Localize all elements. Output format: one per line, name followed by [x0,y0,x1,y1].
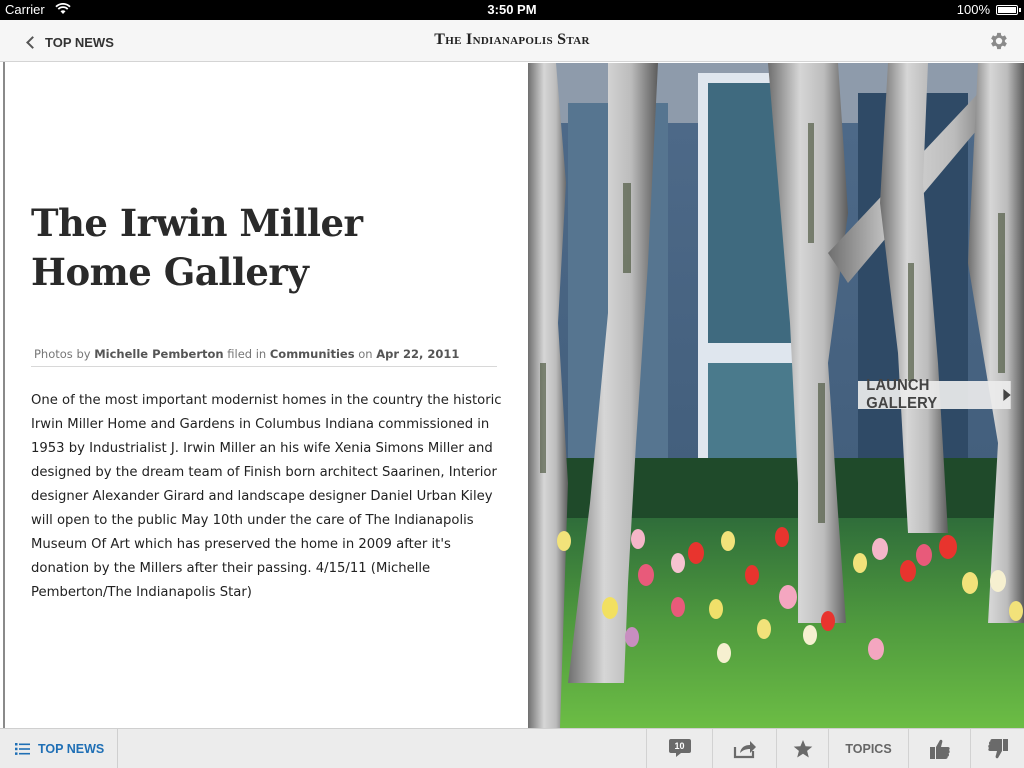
article-byline: Photos by Michelle Pemberton filed in Co… [31,347,497,367]
dislike-button[interactable] [970,729,1024,768]
play-triangle-icon [1003,389,1011,401]
battery-percent: 100% [956,2,990,17]
like-button[interactable] [908,729,970,768]
launch-gallery-button[interactable]: LAUNCH GALLERY [858,377,1011,412]
favorite-button[interactable] [776,729,828,768]
clock-time: 3:50 PM [487,2,537,17]
bottom-toolbar: TOP NEWS 10 TOPICS [0,728,1024,768]
author-link[interactable]: Michelle Pemberton [94,347,223,361]
comment-bubble-icon: 10 [668,737,692,761]
publish-date: Apr 22, 2011 [376,347,460,361]
toolbar-top-news-label: TOP NEWS [38,741,105,756]
masthead-logo: The Indianapolis Star [434,31,590,48]
list-icon [15,742,30,755]
battery-icon [996,5,1021,15]
thumbs-down-icon [987,738,1008,758]
on-label: on [358,347,373,361]
topics-label: TOPICS [845,741,892,756]
topics-button[interactable]: TOPICS [828,729,908,768]
toolbar-top-news-button[interactable]: TOP NEWS [0,729,118,768]
star-icon [793,739,812,757]
navigation-bar: TOP NEWS The Indianapolis Star [0,20,1024,62]
category-link[interactable]: Communities [270,347,355,361]
gear-icon[interactable] [988,30,1010,52]
share-button[interactable] [712,729,776,768]
comments-button[interactable]: 10 [646,729,712,768]
article-panel: The Irwin Miller Home Gallery Photos by … [5,63,528,728]
thumbs-up-icon [929,739,950,759]
launch-gallery-label: LAUNCH GALLERY [866,377,938,412]
photos-by-label: Photos by [34,347,91,361]
article-body: One of the most important modernist home… [31,393,502,600]
filed-in-label: filed in [227,347,267,361]
share-arrow-icon [733,740,756,758]
status-bar: Carrier 3:50 PM 100% [0,0,1024,20]
article-title: The Irwin Miller Home Gallery [31,201,363,294]
comment-count: 10 [674,740,685,751]
